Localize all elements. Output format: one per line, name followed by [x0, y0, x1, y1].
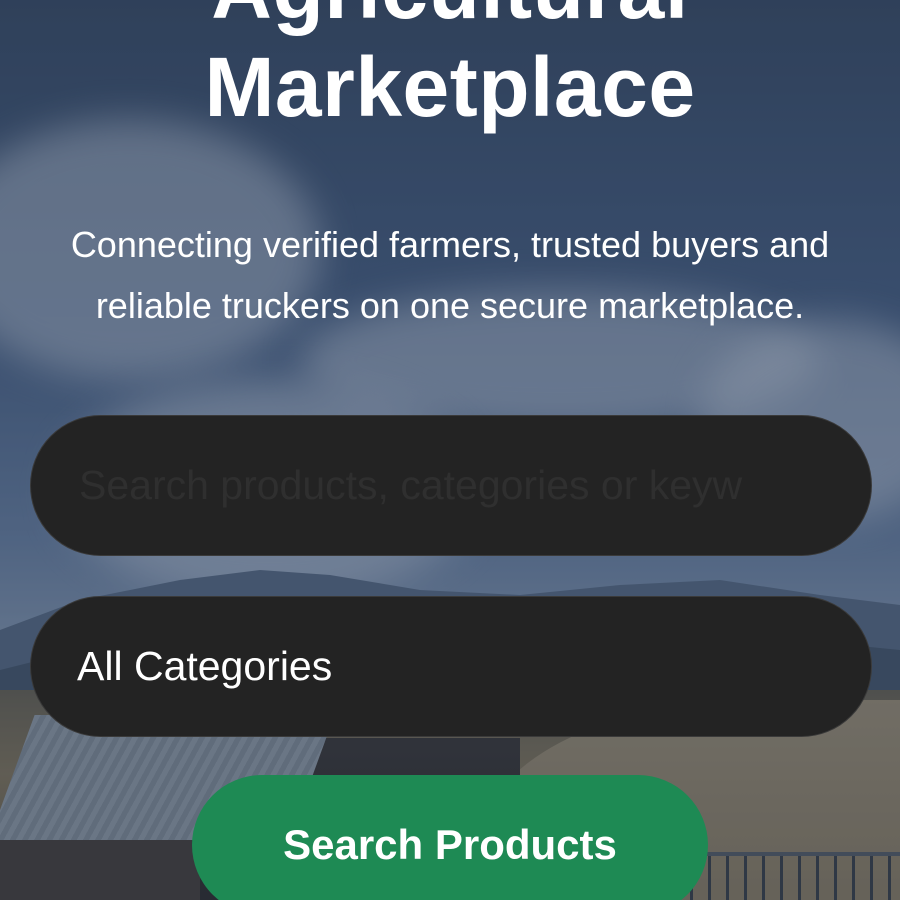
search-products-button-label: Search Products: [283, 821, 617, 868]
category-select-value: All Categories: [77, 643, 333, 689]
hero-content: Agricultural Marketplace Connecting veri…: [0, 0, 900, 900]
category-select[interactable]: All Categories: [30, 596, 872, 737]
hero-subtitle: Connecting verified farmers, trusted buy…: [70, 224, 830, 326]
search-field[interactable]: [30, 415, 872, 556]
search-input[interactable]: [77, 461, 825, 510]
hero-title-line-2: Marketplace: [204, 40, 696, 134]
hero-title-line-1: Agricultural: [0, 0, 900, 34]
search-products-button[interactable]: Search Products: [192, 775, 708, 900]
